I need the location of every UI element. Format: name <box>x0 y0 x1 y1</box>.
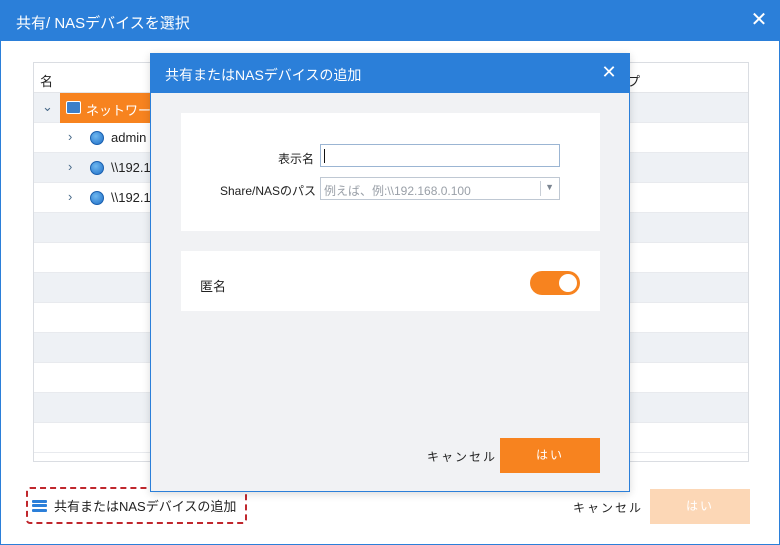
text-caret <box>324 149 325 163</box>
outer-titlebar: 共有/ NASデバイスを選択 ✕ <box>1 1 779 41</box>
dialog-cancel-button[interactable]: キャンセル <box>427 448 497 465</box>
tree-item-label: \\192.1 <box>111 160 151 175</box>
dialog-titlebar: 共有またはNASデバイスの追加 ✕ <box>151 54 629 93</box>
chevron-down-icon[interactable]: ⌄ <box>42 100 54 113</box>
tree-item-label: \\192.1 <box>111 190 151 205</box>
anonymous-toggle[interactable] <box>530 271 580 295</box>
chevron-right-icon[interactable]: › <box>68 190 80 203</box>
dialog-ok-button[interactable]: はい <box>500 438 600 473</box>
globe-icon <box>90 131 104 145</box>
anonymous-label: 匿名 <box>200 279 227 294</box>
network-icon <box>66 101 81 114</box>
anonymous-card: 匿名 <box>181 251 600 311</box>
chevron-right-icon[interactable]: › <box>68 130 80 143</box>
stack-icon <box>32 499 47 512</box>
add-nas-device-label: 共有またはNASデバイスの追加 <box>54 499 237 514</box>
share-path-combobox[interactable]: 例えば、例:\\192.168.0.100 ▼ <box>320 177 560 200</box>
globe-icon <box>90 191 104 205</box>
connection-settings-card: 表示名 Share/NASのパス 例えば、例:\\192.168.0.100 ▼ <box>181 113 600 231</box>
toggle-knob <box>559 274 577 292</box>
column-header-name[interactable]: 名 <box>40 71 53 90</box>
outer-cancel-button[interactable]: キャンセル <box>573 499 643 516</box>
share-path-label: Share/NASのパス <box>220 184 317 198</box>
chevron-right-icon[interactable]: › <box>68 160 80 173</box>
add-nas-dialog: 共有またはNASデバイスの追加 ✕ 表示名 Share/NASのパス 例えば、例… <box>150 53 630 492</box>
display-name-input[interactable] <box>320 144 560 167</box>
combobox-separator <box>540 181 541 196</box>
outer-close-icon[interactable]: ✕ <box>749 10 769 30</box>
network-node-label: ネットワー <box>86 103 152 118</box>
outer-ok-button[interactable]: はい <box>650 489 750 524</box>
share-path-placeholder: 例えば、例:\\192.168.0.100 <box>324 184 471 198</box>
dialog-title: 共有またはNASデバイスの追加 <box>165 67 362 83</box>
outer-window-title: 共有/ NASデバイスを選択 <box>16 15 190 32</box>
chevron-down-icon[interactable]: ▼ <box>545 182 554 192</box>
globe-icon <box>90 161 104 175</box>
display-name-label: 表示名 <box>278 152 315 166</box>
dialog-close-icon[interactable]: ✕ <box>600 63 618 81</box>
tree-item-label: admin <box>111 130 147 145</box>
add-nas-device-button[interactable]: 共有またはNASデバイスの追加 <box>26 487 247 524</box>
